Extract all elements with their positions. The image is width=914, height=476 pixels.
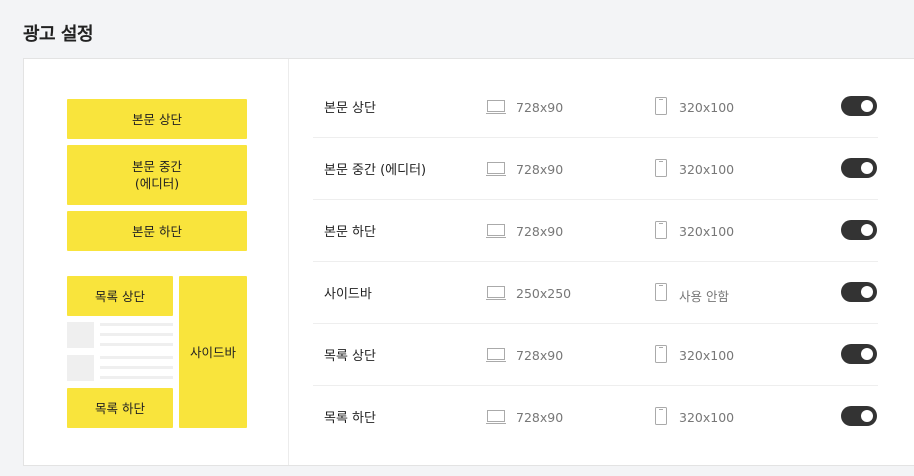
toggle-knob: [861, 348, 873, 360]
desktop-size: 728x90: [516, 100, 564, 115]
ad-slot-toggle[interactable]: [841, 344, 877, 364]
desktop-size: 728x90: [516, 162, 564, 177]
ad-slot-toggle[interactable]: [841, 406, 877, 426]
mobile-size: 사용 안함: [679, 289, 729, 304]
mobile-phone-icon: [655, 283, 667, 301]
preview-list-top: 목록 상단: [67, 276, 173, 316]
ad-slot-name: 본문 하단: [324, 225, 376, 240]
ad-settings-card: 본문 상단 본문 중간 (에디터) 본문 하단 목록 상단 목록 하단 사이드바…: [23, 58, 914, 466]
ad-slot-row: 사이드바 250x250 사용 안함: [313, 262, 878, 324]
monitor-icon: [486, 100, 506, 114]
toggle-knob: [861, 162, 873, 174]
page-title: 광고 설정: [23, 24, 94, 45]
ad-slot-row: 본문 중간 (에디터) 728x90 320x100: [313, 138, 878, 200]
ad-slot-toggle[interactable]: [841, 220, 877, 240]
mobile-phone-icon: [655, 407, 667, 425]
mobile-size: 320x100: [679, 162, 735, 177]
placeholder-line: [100, 356, 173, 359]
monitor-icon: [486, 224, 506, 238]
placeholder-line: [100, 333, 173, 336]
monitor-icon: [486, 286, 506, 300]
ad-slot-toggle[interactable]: [841, 158, 877, 178]
ad-slot-name: 본문 상단: [324, 101, 376, 116]
desktop-size: 728x90: [516, 224, 564, 239]
ad-slot-toggle[interactable]: [841, 282, 877, 302]
preview-sidebar: 사이드바: [179, 276, 247, 428]
placeholder-line: [100, 323, 173, 326]
preview-body-bottom: 본문 하단: [67, 211, 247, 251]
preview-body-middle: 본문 중간 (에디터): [67, 145, 247, 205]
toggle-knob: [861, 224, 873, 236]
toggle-knob: [861, 100, 873, 112]
ad-slot-name: 목록 하단: [324, 411, 376, 426]
mobile-phone-icon: [655, 221, 667, 239]
placeholder-line: [100, 376, 173, 379]
toggle-knob: [861, 410, 873, 422]
ad-slot-row: 본문 하단 728x90 320x100: [313, 200, 878, 262]
preview-body-middle-sublabel: (에디터): [134, 176, 180, 191]
mobile-phone-icon: [655, 97, 667, 115]
ad-layout-preview: 본문 상단 본문 중간 (에디터) 본문 하단 목록 상단 목록 하단 사이드바: [24, 59, 289, 465]
mobile-phone-icon: [655, 159, 667, 177]
placeholder-line: [100, 343, 173, 346]
desktop-size: 250x250: [516, 286, 572, 301]
monitor-icon: [486, 348, 506, 362]
ad-slot-name: 목록 상단: [324, 349, 376, 364]
monitor-icon: [486, 410, 506, 424]
mobile-size: 320x100: [679, 410, 735, 425]
preview-body-top: 본문 상단: [67, 99, 247, 139]
preview-body-middle-label: 본문 중간: [132, 159, 182, 174]
mobile-size: 320x100: [679, 224, 735, 239]
ad-slot-name: 본문 중간 (에디터): [324, 163, 427, 178]
ad-slot-row: 목록 하단 728x90 320x100: [313, 386, 878, 447]
monitor-icon: [486, 162, 506, 176]
ad-slot-toggle[interactable]: [841, 96, 877, 116]
mobile-size: 320x100: [679, 100, 735, 115]
ad-slot-name: 사이드바: [324, 287, 372, 302]
ad-slot-row: 목록 상단 728x90 320x100: [313, 324, 878, 386]
mobile-phone-icon: [655, 345, 667, 363]
preview-list-bottom: 목록 하단: [67, 388, 173, 428]
desktop-size: 728x90: [516, 410, 564, 425]
ad-slot-list: 본문 상단 728x90 320x100 본문 중간 (에디터) 728x90 …: [313, 76, 878, 447]
placeholder-line: [100, 366, 173, 369]
desktop-size: 728x90: [516, 348, 564, 363]
placeholder-thumb: [67, 355, 94, 381]
placeholder-thumb: [67, 322, 94, 348]
toggle-knob: [861, 286, 873, 298]
mobile-size: 320x100: [679, 348, 735, 363]
ad-slot-row: 본문 상단 728x90 320x100: [313, 76, 878, 138]
